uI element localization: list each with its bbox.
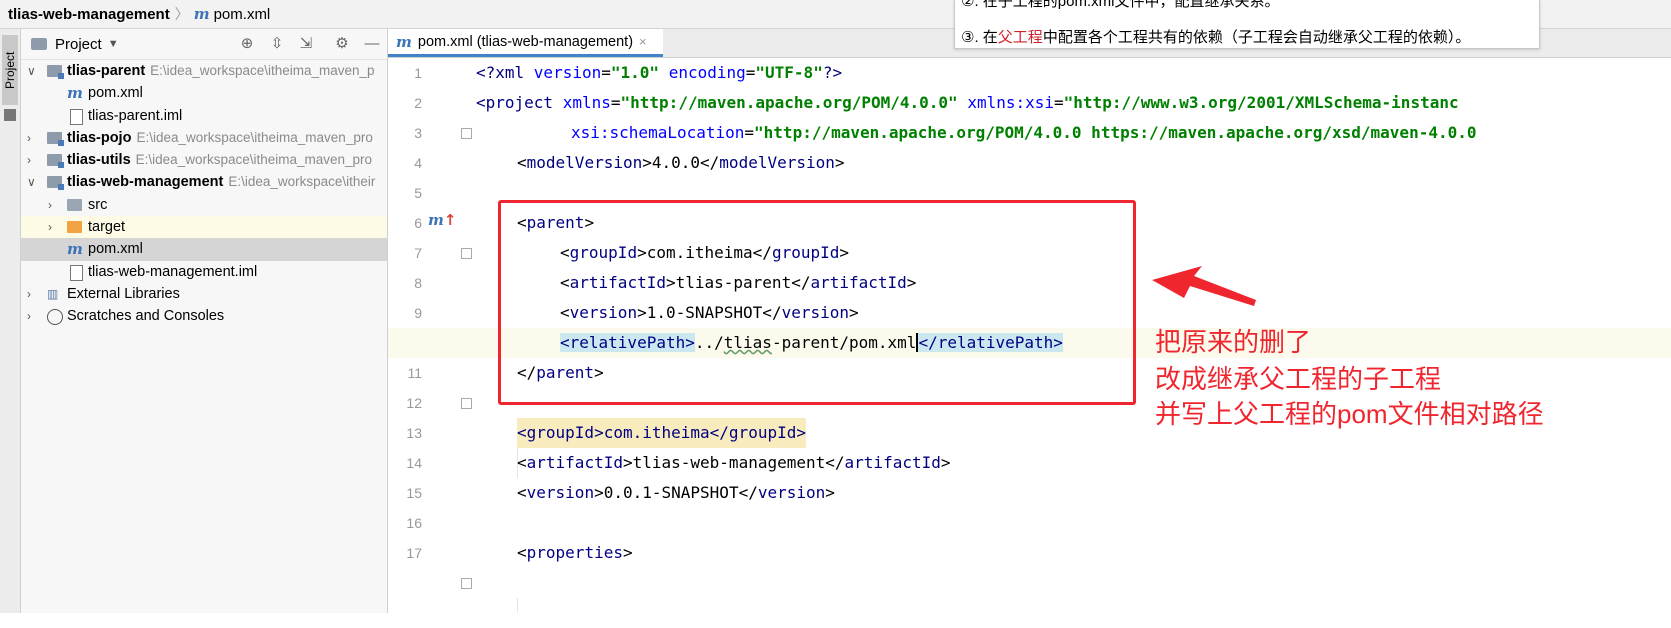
chevron-right-icon[interactable]: ›: [27, 283, 31, 305]
annotation-text-line: 改成继承父工程的子工程: [1155, 364, 1442, 394]
code-line: <modelVersion>4.0.0</modelVersion>: [517, 153, 845, 172]
project-panel-header: Project ▼ ⊕ ⇳ ⇲ ⚙ —: [21, 29, 387, 60]
project-tool-button[interactable]: Project: [2, 35, 18, 105]
tree-item-pom-xml[interactable]: m pom.xml: [21, 238, 387, 261]
tree-item-parent-pom[interactable]: m pom.xml: [21, 82, 387, 104]
annotation-red-box: [498, 200, 1136, 405]
collapse-all-icon[interactable]: ⇲: [297, 35, 315, 53]
tree-item-parent-iml[interactable]: tlias-parent.iml: [21, 105, 387, 127]
chevron-right-icon[interactable]: ›: [48, 194, 52, 216]
breadcrumb-file[interactable]: pom.xml: [214, 6, 271, 23]
note-line: ③. 在父工程中配置各个工程共有的依赖（子工程会自动继承父工程的依赖）。: [961, 29, 1471, 46]
note-popup: ②. 在子工程的pom.xml文件中，配置继承关系。 ③. 在父工程中配置各个工…: [954, 0, 1540, 49]
tab-pom-xml[interactable]: m pom.xml (tlias-web-management) ×: [388, 29, 663, 57]
chevron-right-icon[interactable]: ›: [27, 149, 31, 171]
tree-item-path: E:\idea_workspace\itheima_maven_pro: [136, 129, 373, 145]
tree-item-src[interactable]: › src: [21, 194, 387, 216]
tree-item-label: Scratches and Consoles: [67, 308, 225, 325]
structure-icon[interactable]: [4, 109, 16, 121]
annotation-arrow-icon: [1152, 266, 1256, 306]
code-line: <version>0.0.1-SNAPSHOT</version>: [517, 483, 835, 502]
code-line: <properties>: [517, 543, 633, 562]
module-folder-icon: [47, 176, 64, 191]
tree-item-tlias-utils[interactable]: › tlias-utils E:\idea_workspace\itheima_m…: [21, 149, 387, 171]
tool-window-stripe: Project: [0, 29, 21, 613]
tab-label: pom.xml (tlias-web-management): [417, 33, 634, 50]
tree-item-tlias-web-management[interactable]: ∨ tlias-web-management E:\idea_workspace\…: [21, 171, 387, 193]
tree-item-external-libraries[interactable]: › ▥ External Libraries: [21, 283, 387, 305]
maven-file-icon: m: [193, 5, 210, 23]
maven-file-icon: m: [67, 84, 83, 103]
chevron-right-icon[interactable]: ›: [48, 216, 52, 238]
tree-item-path: E:\idea_workspace\itheir: [228, 174, 376, 190]
project-panel: Project ▼ ⊕ ⇳ ⇲ ⚙ — ∨ tlias-parent E:\ide…: [21, 29, 388, 613]
tree-item-label: tlias-web-management.iml: [88, 263, 258, 280]
tree-item-label: target: [88, 219, 126, 236]
module-folder-icon: [47, 65, 64, 79]
code-line: <?xml version="1.0" encoding="UTF-8"?>: [476, 63, 843, 82]
expand-all-icon[interactable]: ⇳: [268, 35, 286, 53]
hide-icon[interactable]: —: [363, 35, 381, 53]
tree-item-label: External Libraries: [67, 285, 180, 302]
maven-file-icon: m: [67, 240, 83, 259]
code-line: xsi:schemaLocation="http://maven.apache.…: [571, 123, 1477, 142]
tree-item-label: src: [88, 196, 108, 213]
breadcrumb-separator-icon: 〉: [174, 6, 189, 22]
tree-item-path: E:\idea_workspace\itheima_maven_p: [150, 63, 375, 78]
module-folder-icon: [47, 131, 64, 146]
module-folder-icon: [47, 154, 64, 169]
tree-item-scratches[interactable]: › Scratches and Consoles: [21, 305, 387, 327]
tree-item-label: pom.xml: [88, 85, 143, 102]
scratches-icon: [47, 309, 63, 326]
chevron-down-icon[interactable]: ∨: [27, 60, 36, 82]
project-folder-icon: [31, 38, 47, 50]
tree-item-web-iml[interactable]: tlias-web-management.iml: [21, 261, 387, 283]
chevron-right-icon[interactable]: ›: [27, 305, 31, 327]
chevron-down-icon[interactable]: ▼: [108, 38, 119, 50]
iml-file-icon: [70, 108, 83, 125]
annotation-text-line: 并写上父工程的pom文件相对路径: [1155, 399, 1544, 429]
tree-item-target[interactable]: › target: [21, 216, 387, 239]
excluded-folder-icon: [67, 221, 82, 234]
annotation-text-line: 把原来的删了: [1155, 327, 1312, 357]
navigate-to-parent-icon[interactable]: m↑: [428, 211, 456, 229]
library-icon: ▥: [47, 286, 59, 301]
locate-icon[interactable]: ⊕: [238, 35, 256, 53]
tree-item-label: tlias-utils: [67, 152, 131, 169]
chevron-right-icon[interactable]: ›: [27, 127, 31, 149]
chevron-down-icon[interactable]: ∨: [27, 171, 36, 193]
groupid-highlighted: <groupId>com.itheima</groupId>: [517, 418, 806, 448]
folder-icon: [67, 198, 82, 211]
tree-item-label: tlias-pojo: [67, 129, 132, 146]
tree-item-label: tlias-web-management: [67, 174, 224, 191]
project-view-selector[interactable]: Project: [55, 36, 102, 53]
tree-item-label: pom.xml: [88, 241, 143, 258]
maven-file-icon: m: [396, 32, 412, 51]
code-line: <project xmlns="http://maven.apache.org/…: [476, 93, 1459, 112]
tree-item-path: E:\idea_workspace\itheima_maven_pro: [135, 152, 373, 168]
tree-item-tlias-parent[interactable]: ∨ tlias-parent E:\idea_workspace\itheima_…: [21, 60, 387, 82]
code-line: <artifactId>tlias-web-management</artifa…: [517, 453, 951, 472]
breadcrumb-project[interactable]: tlias-web-management: [8, 6, 170, 23]
gear-icon[interactable]: ⚙: [333, 35, 351, 53]
close-icon[interactable]: ×: [639, 34, 647, 49]
tree-item-label: tlias-parent.iml: [88, 107, 183, 124]
tree-item-tlias-pojo[interactable]: › tlias-pojo E:\idea_workspace\itheima_ma…: [21, 127, 387, 149]
project-tree: ∨ tlias-parent E:\idea_workspace\itheima_…: [21, 60, 387, 328]
iml-file-icon: [70, 264, 83, 281]
note-line: ②. 在子工程的pom.xml文件中，配置继承关系。: [961, 0, 1280, 10]
tree-item-label: tlias-parent: [67, 63, 146, 79]
